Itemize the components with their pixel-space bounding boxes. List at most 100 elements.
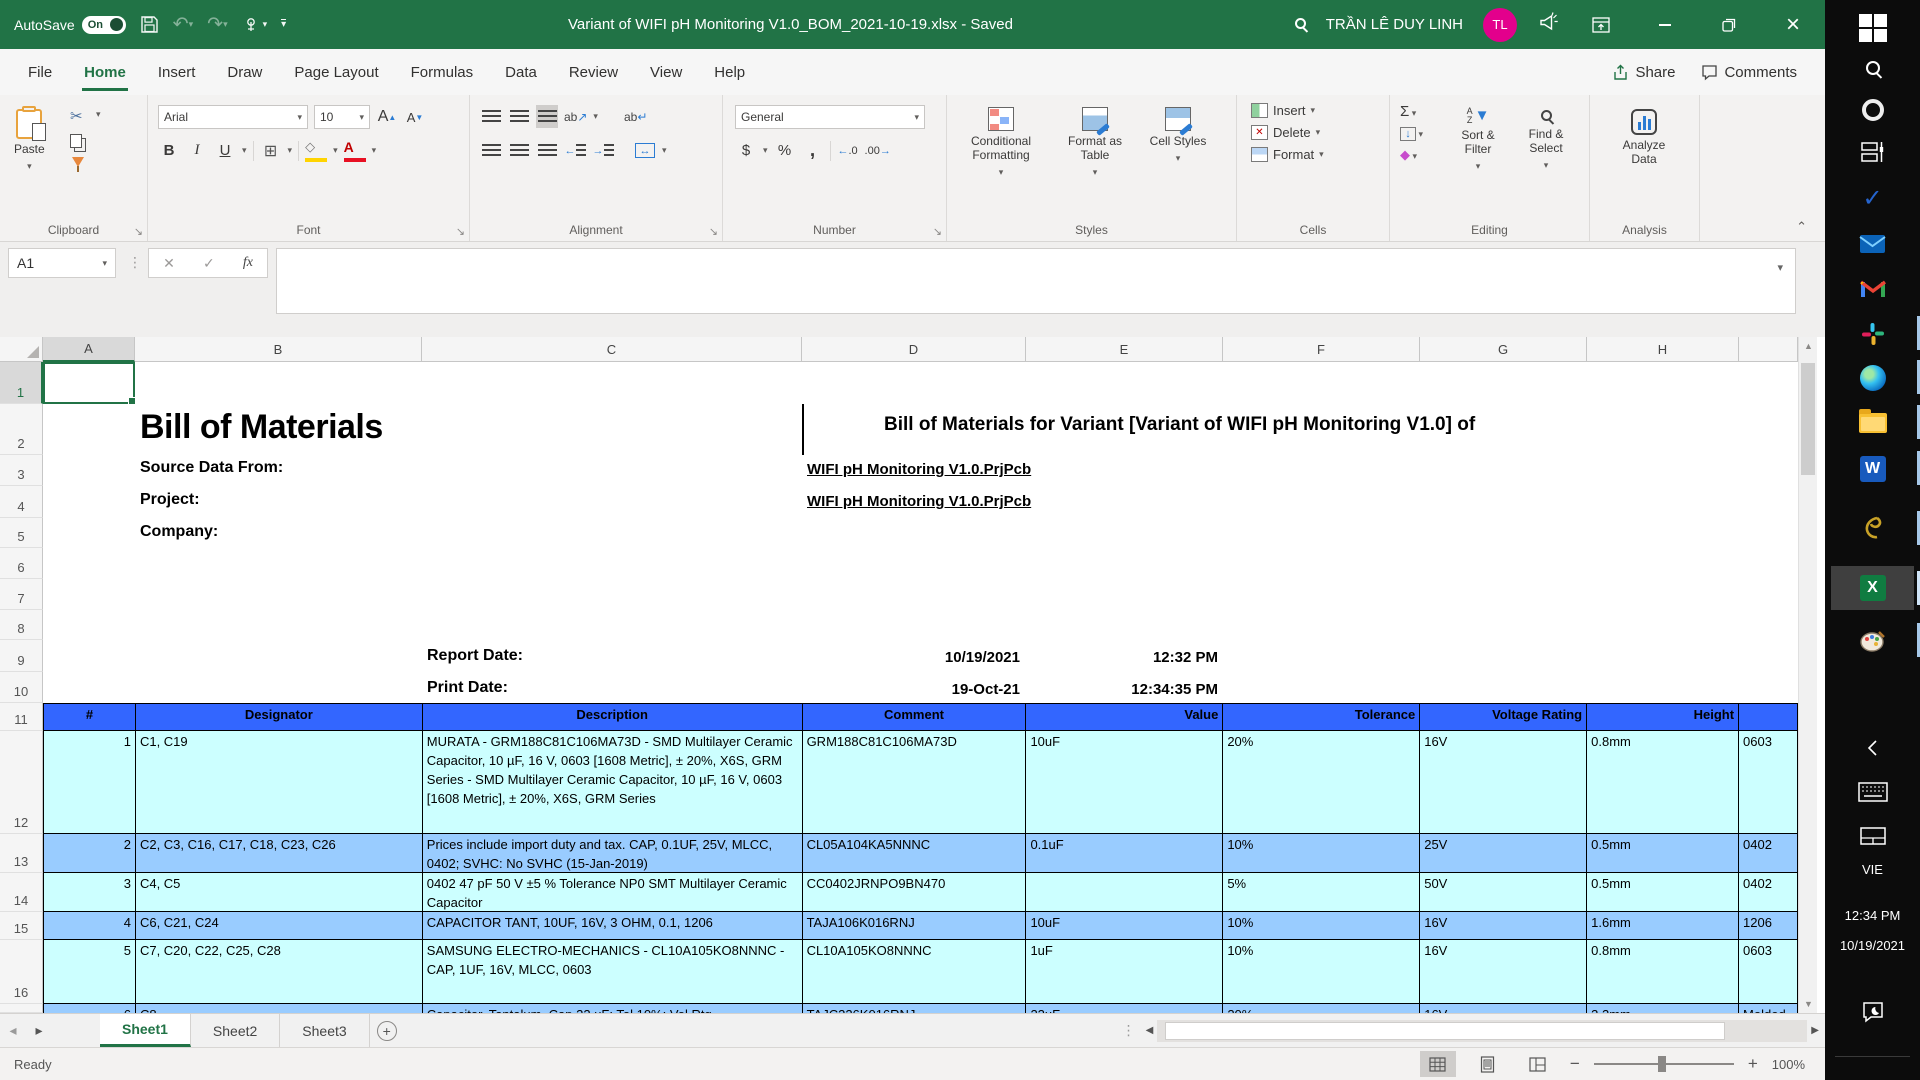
scroll-up-icon[interactable]: ▲ [1799,341,1818,351]
zoom-out-icon[interactable]: − [1570,1054,1580,1074]
row-header-17-partial[interactable] [0,1004,43,1013]
col-header-G[interactable]: G [1420,337,1587,362]
insert-function-icon[interactable]: fx [243,255,253,271]
source-data-value[interactable]: WIFI pH Monitoring V1.0.PrjPcb [807,461,1031,478]
show-desktop-divider[interactable] [1835,1056,1910,1057]
share-button[interactable]: Share [1612,64,1675,81]
bottom-align-icon[interactable] [536,105,558,128]
tab-formulas[interactable]: Formulas [395,54,490,91]
underline-button[interactable]: U [214,139,236,162]
format-as-table-button[interactable]: Format as Table ▾ [1051,101,1139,181]
row-header-14[interactable]: 14 [0,873,43,912]
taskbar-search-icon[interactable] [1849,48,1897,88]
row-header-5[interactable]: 5 [0,518,43,548]
sort-filter-button[interactable]: AZ ▼ Sort & Filter ▾ [1446,101,1510,175]
tab-help[interactable]: Help [698,54,761,91]
cortana-icon[interactable] [1849,90,1897,130]
start-button-icon[interactable] [1849,8,1897,48]
hscroll-thumb[interactable] [1165,1022,1725,1040]
select-all-corner[interactable] [0,337,43,362]
project-value[interactable]: WIFI pH Monitoring V1.0.PrjPcb [807,493,1031,510]
row-header-9[interactable]: 9 [0,640,43,672]
decrease-decimal-icon[interactable]: .00→ [865,139,891,162]
cells-area[interactable]: Bill of Materials Bill of Materials for … [43,362,1798,1013]
user-name[interactable]: TRẦN LÊ DUY LINH [1326,16,1463,33]
comments-button[interactable]: Comments [1701,64,1797,81]
borders-caret[interactable]: ▾ [288,145,293,156]
tab-sheet3[interactable]: Sheet3 [280,1014,369,1047]
language-indicator[interactable]: VIE [1825,862,1920,877]
autosave-switch[interactable]: On [82,16,126,34]
row-header-2[interactable]: 2 [0,404,43,455]
new-sheet-button[interactable]: + [370,1014,404,1047]
touchpad-icon[interactable] [1849,816,1897,856]
row-header-15[interactable]: 15 [0,912,43,940]
align-left-icon[interactable] [480,139,502,162]
col-header-F[interactable]: F [1223,337,1420,362]
paste-button[interactable]: Paste ▾ [8,103,51,175]
font-name-select[interactable]: Arial▾ [158,105,308,129]
alignment-dialog-launcher[interactable]: ↘ [709,225,718,238]
tab-page-layout[interactable]: Page Layout [278,54,394,91]
format-cells-button[interactable]: Format▾ [1251,147,1324,162]
decrease-font-icon[interactable]: A▼ [404,106,426,129]
zoom-level[interactable]: 100% [1772,1057,1805,1072]
ribbon-display-options-icon[interactable] [1579,0,1623,49]
file-explorer-icon[interactable] [1849,403,1897,443]
touch-mode-icon[interactable]: ▾ [242,16,268,34]
task-view-icon[interactable] [1849,132,1897,172]
comma-style-icon[interactable]: , [802,139,824,162]
analyze-data-button[interactable]: Analyze Data [1608,103,1680,168]
clear-button[interactable]: ◆ ▾ [1400,147,1423,163]
font-color-caret[interactable]: ▾ [372,145,377,156]
row-header-6[interactable]: 6 [0,548,43,579]
close-button[interactable]: × [1771,0,1815,49]
clock-time[interactable]: 12:34 PM [1825,908,1920,923]
excel-app-icon[interactable]: X [1849,568,1897,608]
fill-color-caret[interactable]: ▾ [333,145,338,156]
increase-decimal-icon[interactable]: ←.0 [837,139,859,162]
normal-view-icon[interactable] [1420,1051,1456,1077]
row-header-7[interactable]: 7 [0,579,43,610]
minimize-button[interactable] [1643,0,1687,49]
fill-color-icon[interactable]: ◇ [305,139,327,162]
sheet-nav-next-icon[interactable]: ▸ [26,1014,52,1047]
confirm-entry-icon[interactable]: ✓ [203,255,215,272]
middle-align-icon[interactable] [508,105,530,128]
clipboard-dialog-launcher[interactable]: ↘ [134,225,143,238]
merge-center-caret[interactable]: ▾ [662,145,667,156]
tab-insert[interactable]: Insert [142,54,212,91]
font-dialog-launcher[interactable]: ↘ [456,225,465,238]
name-box[interactable]: A1 ▾ [8,248,116,278]
zoom-slider[interactable] [1594,1063,1734,1065]
format-painter-icon[interactable] [70,157,84,171]
font-color-icon[interactable]: A [344,139,366,162]
taskbar-chevron-icon[interactable] [1849,728,1897,768]
find-select-button[interactable]: Find & Select ▾ [1514,101,1578,174]
underline-caret[interactable]: ▾ [242,145,247,156]
italic-button[interactable]: I [186,139,208,162]
cancel-entry-icon[interactable]: ✕ [163,255,175,272]
tab-sheet1[interactable]: Sheet1 [100,1014,191,1047]
top-align-icon[interactable] [480,105,502,128]
orientation-caret[interactable]: ▾ [593,111,598,122]
customize-qat-icon[interactable]: ▾ [281,19,286,30]
row-header-11[interactable]: 11 [0,703,43,731]
tab-data[interactable]: Data [489,54,553,91]
mail-app-icon[interactable] [1849,224,1897,264]
autosave-toggle[interactable]: AutoSave On [14,16,126,34]
tab-view[interactable]: View [634,54,698,91]
tab-review[interactable]: Review [553,54,634,91]
row-header-16[interactable]: 16 [0,940,43,1004]
tab-file[interactable]: File [12,54,68,91]
row-header-12[interactable]: 12 [0,731,43,834]
orientation-icon[interactable]: ab↗ [564,105,587,128]
tab-home[interactable]: Home [68,54,142,91]
number-format-select[interactable]: General▾ [735,105,925,129]
table-row[interactable]: 3 C4, C5 0402 47 pF 50 V ±5 % Tolerance … [44,873,1798,912]
paint-app-icon[interactable] [1849,621,1897,661]
horizontal-scrollbar[interactable]: ⋮ ◀ ▶ [1122,1014,1825,1047]
number-dialog-launcher[interactable]: ↘ [933,225,942,238]
gmail-icon[interactable] [1849,269,1897,309]
decrease-indent-icon[interactable]: ← [564,139,586,162]
